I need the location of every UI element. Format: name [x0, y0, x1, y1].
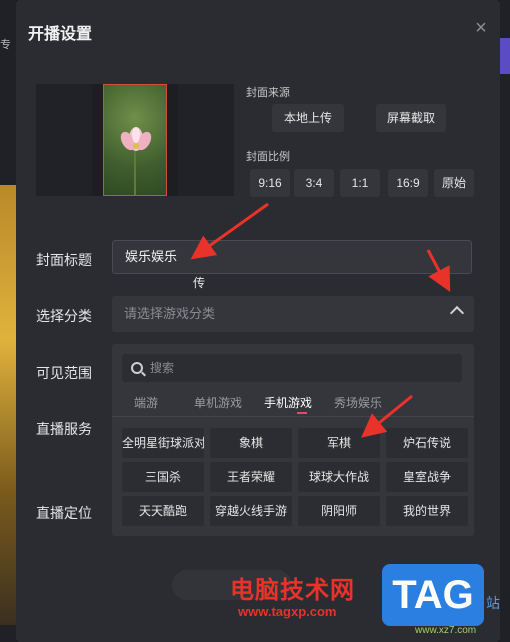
background-image-strip [0, 185, 16, 625]
background-app-left: 专 [0, 0, 16, 642]
background-app-right [500, 0, 510, 642]
watermark-tag-logo: TAG [382, 564, 484, 626]
watermark-site-name: 电脑技术网 [230, 577, 355, 604]
background-tab-text: 专 [0, 39, 11, 51]
background-accent [500, 38, 510, 74]
watermark-url: www.tagxp.com [238, 604, 337, 619]
broadcast-settings-dialog: 开播设置 × 重新上传 封面来源 本地上传 屏幕截取 封面比例 9:16 3:4… [16, 0, 500, 642]
arrow-to-title [190, 202, 269, 260]
arrow-to-chevron [426, 249, 451, 292]
arrow-to-game [361, 394, 413, 438]
annotation-arrows [190, 202, 451, 438]
watermark-url-secondary: www.xz7.com [415, 625, 477, 636]
watermark-side-text: 站 [486, 595, 500, 611]
